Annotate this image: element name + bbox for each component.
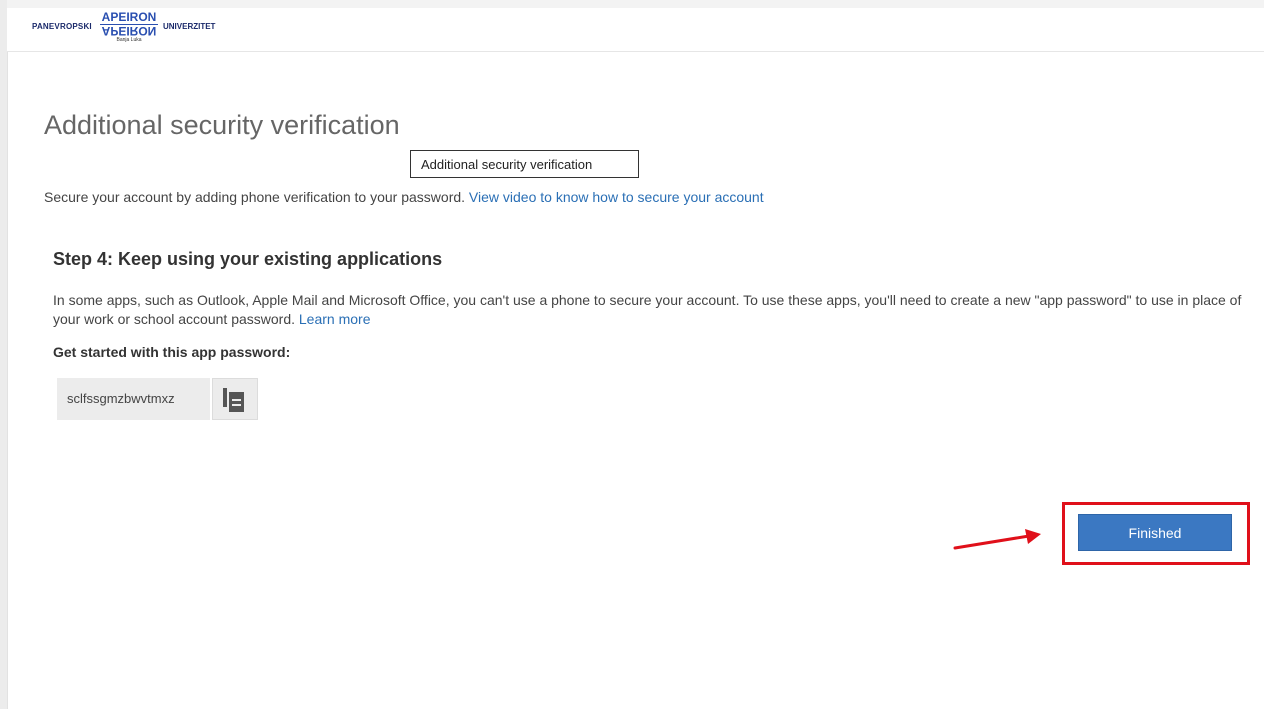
step-description: In some apps, such as Outlook, Apple Mai… (53, 291, 1243, 329)
learn-more-link[interactable]: Learn more (299, 311, 371, 327)
step-heading: Step 4: Keep using your existing applica… (53, 249, 443, 269)
copy-password-button[interactable] (212, 378, 258, 420)
finished-button[interactable]: Finished (1078, 514, 1232, 551)
get-started-label: Get started with this app password: (53, 344, 291, 360)
logo-left-word: PANEVROPSKI (32, 22, 92, 31)
app-password-field[interactable]: sclfssgmzbwvtmxz (57, 378, 210, 420)
copy-icon (223, 388, 244, 412)
left-rail (0, 0, 8, 709)
page-title: Additional security verification (44, 110, 400, 140)
logo-center-word: APEIRON (100, 10, 158, 25)
title-tooltip: Additional security verification (410, 150, 639, 178)
header: PANEVROPSKI APEIRON APEIRON Banja Luka U… (7, 8, 1264, 52)
top-strip (7, 0, 1264, 8)
intro-text: Secure your account by adding phone veri… (44, 189, 764, 205)
logo-right-word: UNIVERZITET (163, 22, 216, 31)
logo-center-word-mirrored: APEIRON (101, 24, 157, 38)
view-video-link[interactable]: View video to know how to secure your ac… (469, 189, 764, 205)
intro-text-body: Secure your account by adding phone veri… (44, 189, 466, 205)
step-description-body: In some apps, such as Outlook, Apple Mai… (53, 292, 1242, 327)
logo-center: APEIRON APEIRON Banja Luka (100, 11, 158, 43)
red-arrow-icon (953, 529, 1041, 550)
